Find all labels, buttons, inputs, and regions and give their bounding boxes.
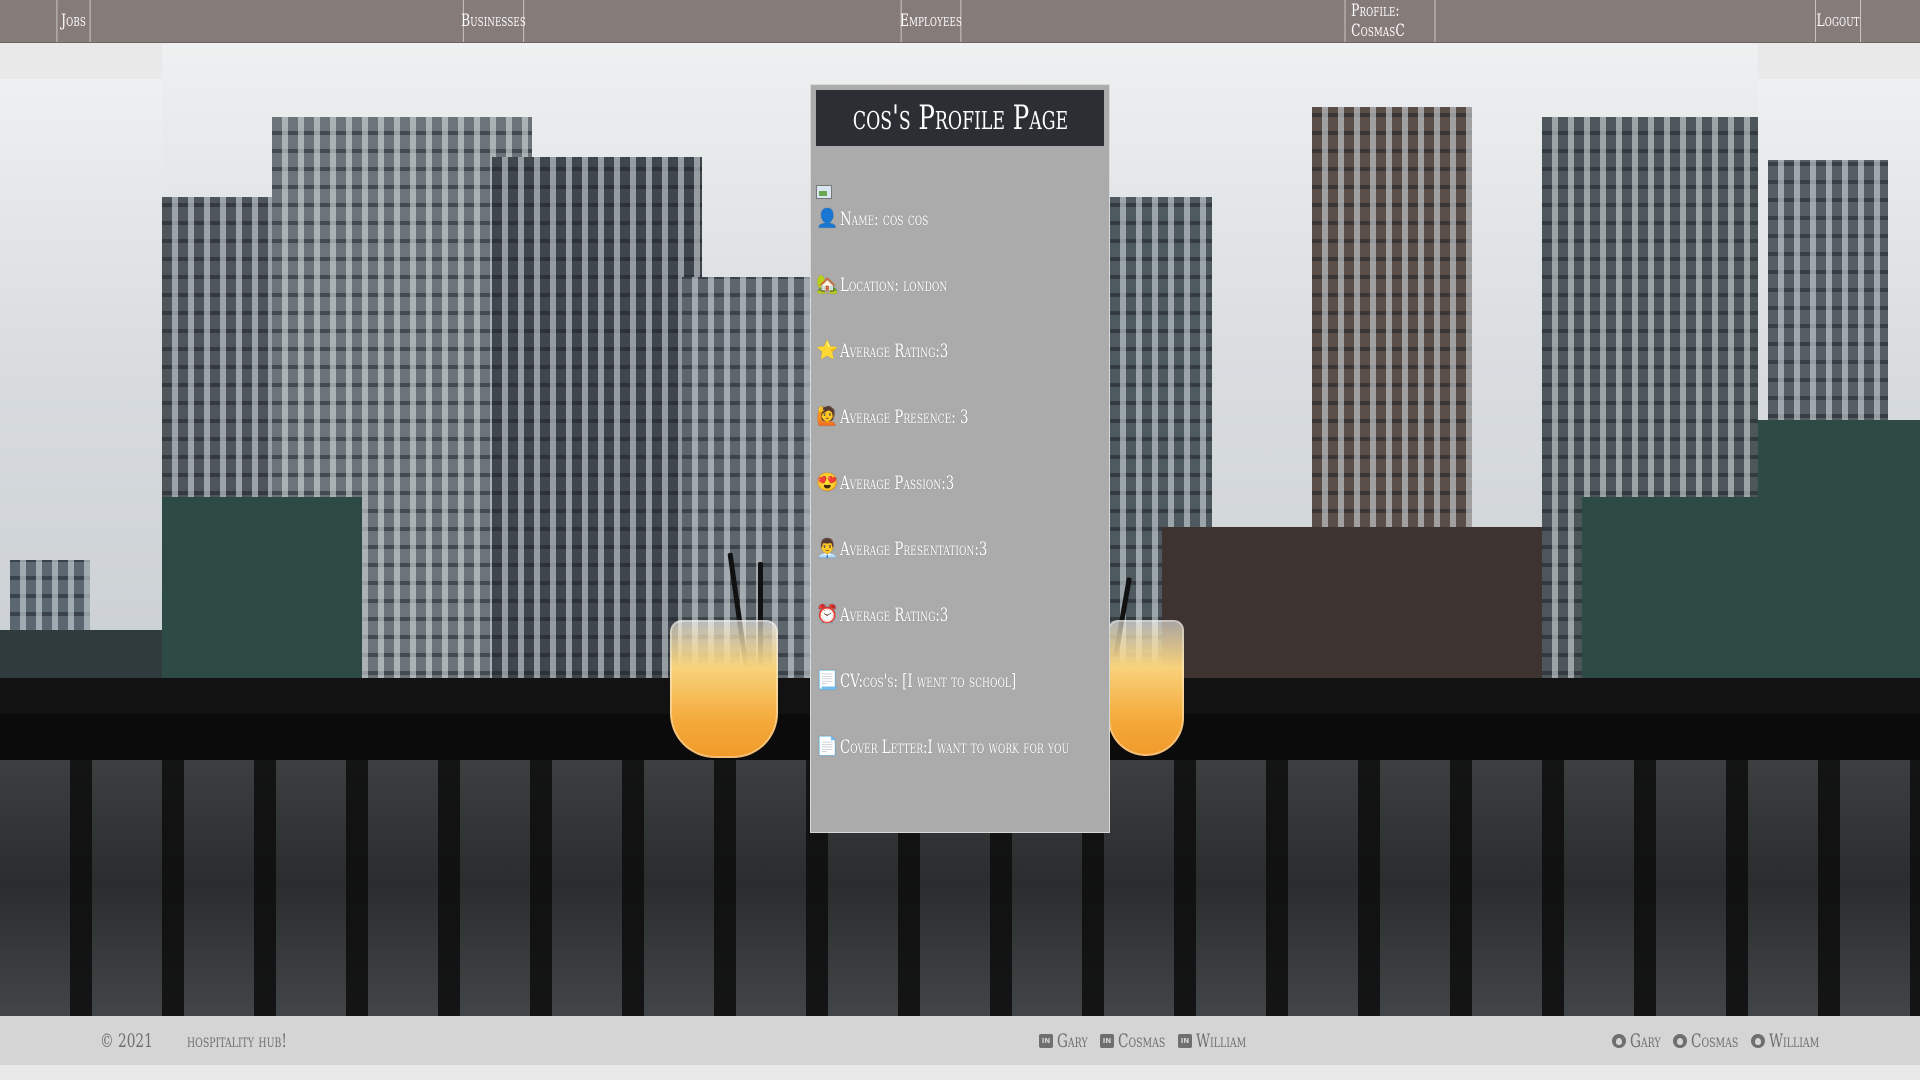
star-icon: ⭐ xyxy=(816,340,839,361)
profile-field: 🏡 Location: london xyxy=(816,272,993,298)
github-link-william[interactable]: William xyxy=(1751,1016,1839,1065)
profile-title: cos's Profile Page xyxy=(816,90,1104,146)
profile-field: ⭐ Average Rating:3 xyxy=(816,338,995,364)
profile-field: 📄 Cover Letter:I want to work for you xyxy=(816,734,1167,760)
footer: © 2021 hospitality hub! in Gary in Cosmas … xyxy=(0,1016,1920,1065)
top-nav: Jobs Businesses Employees Profile: Cosma… xyxy=(0,0,1920,43)
linkedin-icon: in xyxy=(1039,1033,1053,1048)
profile-image xyxy=(816,185,832,199)
profile-title-text: cos's Profile Page xyxy=(852,98,1068,138)
office-worker-icon: 👨‍💼 xyxy=(816,538,839,559)
github-link-cosmas[interactable]: Cosmas xyxy=(1673,1016,1757,1065)
linkedin-link-cosmas[interactable]: in Cosmas xyxy=(1100,1016,1184,1065)
linkedin-icon: in xyxy=(1100,1033,1114,1048)
github-icon xyxy=(1612,1033,1626,1048)
profile-field: 👤 Name: cos cos xyxy=(816,206,966,232)
raised-hand-icon: 🙋 xyxy=(816,406,839,427)
profile-field-text: Average Rating:3 xyxy=(840,604,949,626)
github-icon xyxy=(1751,1033,1765,1048)
linkedin-link-gary[interactable]: in Gary xyxy=(1039,1016,1100,1065)
footer-copyright: © 2021 xyxy=(100,1029,153,1052)
footer-brand: hospitality hub! xyxy=(187,1029,287,1052)
house-icon: 🏡 xyxy=(816,274,839,295)
linkedin-icon: in xyxy=(1178,1033,1192,1048)
drink-glass xyxy=(670,620,778,758)
profile-field-text: Average Rating:3 xyxy=(840,340,949,362)
nav-profile-link[interactable]: Profile: CosmasC xyxy=(1344,0,1436,42)
background-tile-right xyxy=(1758,79,1920,720)
profile-card: cos's Profile Page 👤 Name: cos cos 🏡 Locati… xyxy=(810,84,1110,833)
nav-businesses-link[interactable]: Businesses xyxy=(461,0,526,42)
profile-field: 👨‍💼 Average Presentation:3 xyxy=(816,536,1051,562)
profile-field-text: Average Presentation:3 xyxy=(840,538,988,560)
page-curl-icon: 📃 xyxy=(816,670,839,691)
profile-field: 😍 Average Passion:3 xyxy=(816,470,1003,496)
profile-field-text: Cover Letter:I want to work for you xyxy=(840,736,1070,758)
profile-field-text: Average Passion:3 xyxy=(840,472,955,494)
person-icon: 👤 xyxy=(816,208,839,229)
profile-field-text: CV:cos's: [I went to school] xyxy=(840,670,1017,692)
nav-employees-link[interactable]: Employees xyxy=(900,0,962,42)
background-tile-left xyxy=(0,79,162,720)
profile-field: 🙋 Average Presence: 3 xyxy=(816,404,1024,430)
github-icon xyxy=(1673,1033,1687,1048)
nav-logout-link[interactable]: Logout xyxy=(1814,0,1862,42)
alarm-clock-icon: ⏰ xyxy=(816,604,839,625)
linkedin-link-william[interactable]: in William xyxy=(1178,1016,1266,1065)
profile-field: 📃 CV:cos's: [I went to school] xyxy=(816,668,1092,694)
profile-field-text: Name: cos cos xyxy=(840,208,929,230)
profile-field: ⏰ Average Rating:3 xyxy=(816,602,995,628)
profile-field-text: Average Presence: 3 xyxy=(840,406,969,428)
profile-field-text: Location: london xyxy=(840,274,948,296)
heart-eyes-icon: 😍 xyxy=(816,472,839,493)
github-link-gary[interactable]: Gary xyxy=(1612,1016,1673,1065)
page-icon: 📄 xyxy=(816,736,839,757)
nav-jobs-link[interactable]: Jobs xyxy=(56,0,91,42)
